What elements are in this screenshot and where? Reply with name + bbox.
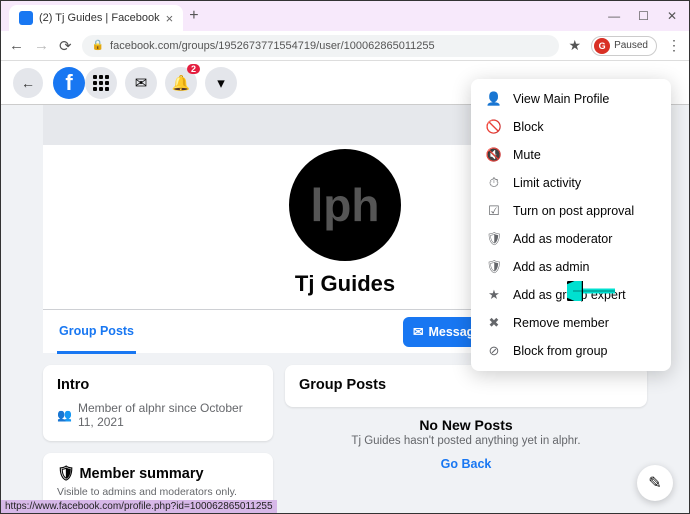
notifications-button[interactable]: 🔔 2: [165, 67, 197, 99]
go-back-link[interactable]: Go Back: [285, 457, 647, 471]
facebook-favicon: [19, 11, 33, 25]
edit-fab[interactable]: ✎: [637, 465, 673, 501]
address-bar[interactable]: 🔒 facebook.com/groups/1952673771554719/u…: [82, 35, 559, 57]
browser-toolbar: ← → ⟳ 🔒 facebook.com/groups/195267377155…: [1, 31, 689, 61]
group-posts-heading: Group Posts: [299, 377, 633, 393]
url-text: facebook.com/groups/1952673771554719/use…: [110, 40, 435, 52]
close-window-icon[interactable]: ✕: [667, 9, 677, 23]
no-posts-body: Tj Guides hasn't posted anything yet in …: [285, 435, 647, 447]
intro-card: Intro 👥 Member of alphr since October 11,…: [43, 365, 273, 441]
back-icon[interactable]: ←: [9, 37, 24, 54]
menu-mute[interactable]: 🔇Mute: [471, 141, 671, 169]
messenger-icon: ✉: [135, 74, 148, 92]
member-actions-menu: 👤View Main Profile 🚫Block 🔇Mute ⏱Limit a…: [471, 79, 671, 371]
limit-icon: ⏱: [485, 174, 503, 192]
tab-title: (2) Tj Guides | Facebook: [39, 12, 160, 24]
window-controls: — ☐ ✕: [608, 9, 689, 23]
extensions-icon[interactable]: ★: [569, 37, 582, 54]
menu-remove-member[interactable]: ✖Remove member: [471, 309, 671, 337]
messenger-button[interactable]: ✉: [125, 67, 157, 99]
remove-icon: ✖: [485, 314, 503, 332]
expert-icon: ★: [485, 286, 503, 304]
shield-icon: 🛡: [57, 466, 75, 482]
profile-avatar-icon: G: [594, 38, 610, 54]
fb-back-button[interactable]: ←: [13, 68, 43, 98]
mute-icon: 🔇: [485, 146, 503, 164]
paused-label: Paused: [614, 40, 648, 51]
no-posts-block: No New Posts Tj Guides hasn't posted any…: [285, 407, 647, 471]
menu-add-moderator[interactable]: 🛡Add as moderator: [471, 225, 671, 253]
maximize-icon[interactable]: ☐: [638, 9, 649, 23]
member-summary-heading: 🛡 Member summary: [57, 465, 259, 482]
browser-tab[interactable]: (2) Tj Guides | Facebook ×: [9, 5, 183, 31]
messenger-icon: ✉: [413, 324, 423, 339]
reload-icon[interactable]: ⟳: [59, 37, 72, 55]
approval-icon: ☑: [485, 202, 503, 220]
profile-chip[interactable]: G Paused: [591, 36, 657, 56]
menu-block[interactable]: 🚫Block: [471, 113, 671, 141]
block-icon: 🚫: [485, 118, 503, 136]
profile-icon: 👤: [485, 90, 503, 108]
block-group-icon: ⊘: [485, 342, 503, 360]
grid-icon: [93, 75, 109, 91]
window-titlebar: (2) Tj Guides | Facebook × + — ☐ ✕: [1, 1, 689, 31]
intro-heading: Intro: [57, 377, 259, 393]
group-icon: 👥: [57, 408, 72, 422]
facebook-logo[interactable]: f: [53, 67, 85, 99]
shield-icon: 🛡: [485, 230, 503, 248]
member-summary-sub: Visible to admins and moderators only.: [57, 486, 259, 498]
intro-text: Member of alphr since October 11, 2021: [78, 401, 259, 429]
menu-limit-activity[interactable]: ⏱Limit activity: [471, 169, 671, 197]
tab-group-posts[interactable]: Group Posts: [57, 311, 136, 354]
account-dropdown-button[interactable]: ▾: [205, 67, 237, 99]
browser-menu-icon[interactable]: ⋮: [667, 37, 681, 54]
notification-badge: 2: [187, 64, 200, 74]
chevron-down-icon: ▾: [217, 74, 225, 92]
minimize-icon[interactable]: —: [608, 9, 620, 23]
status-bar: https://www.facebook.com/profile.php?id=…: [1, 500, 277, 513]
menu-grid-button[interactable]: [85, 67, 117, 99]
close-tab-icon[interactable]: ×: [166, 11, 174, 26]
menu-add-admin[interactable]: 🛡Add as admin: [471, 253, 671, 281]
bell-icon: 🔔: [172, 74, 191, 92]
group-posts-card: Group Posts: [285, 365, 647, 407]
menu-view-main-profile[interactable]: 👤View Main Profile: [471, 85, 671, 113]
admin-icon: 🛡: [485, 258, 503, 276]
pencil-icon: ✎: [648, 473, 661, 493]
no-posts-title: No New Posts: [285, 417, 647, 433]
forward-icon[interactable]: →: [34, 37, 49, 54]
lock-icon: 🔒: [92, 40, 104, 51]
avatar[interactable]: lph: [285, 145, 405, 265]
new-tab-button[interactable]: +: [189, 7, 198, 25]
menu-turn-on-post-approval[interactable]: ☑Turn on post approval: [471, 197, 671, 225]
annotation-arrow: [567, 281, 617, 301]
menu-block-from-group[interactable]: ⊘Block from group: [471, 337, 671, 365]
